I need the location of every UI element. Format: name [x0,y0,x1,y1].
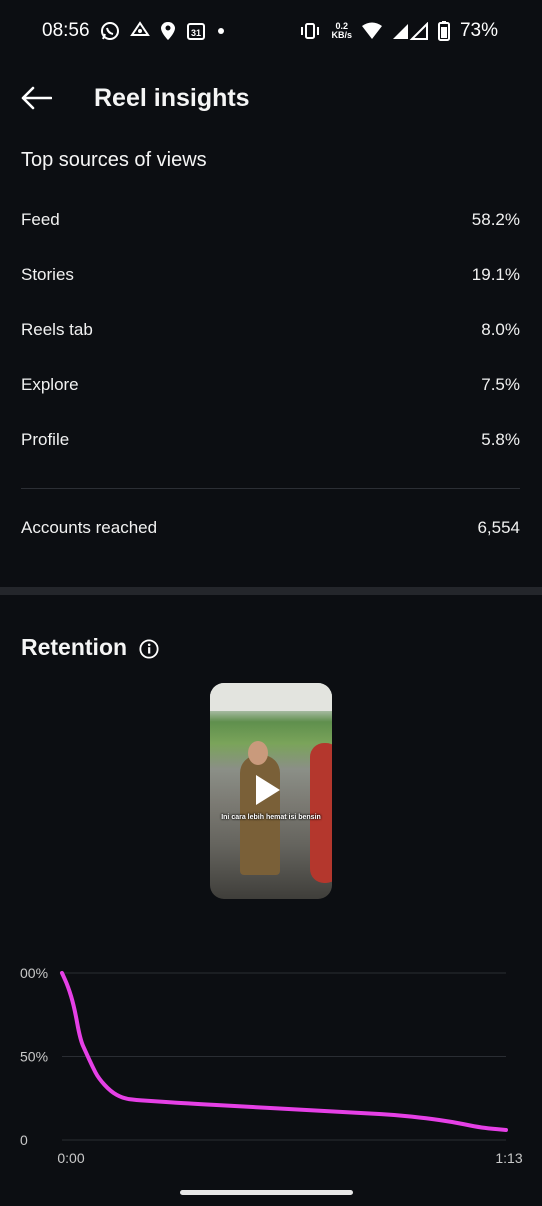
source-value: 5.8% [481,430,520,449]
status-right: 0.2 KB/s 73% [299,20,498,42]
battery-percent: 73% [459,20,498,41]
source-value: 58.2% [471,210,520,229]
source-row-reels-tab: Reels tab 8.0% [21,315,520,345]
x-tick-label: 0:00 [57,1150,84,1166]
wifi-icon [361,22,382,40]
top-sources-title: Top sources of views [21,149,207,171]
info-icon[interactable] [139,638,159,659]
home-indicator[interactable] [180,1190,353,1195]
x-tick-label: 1:13 [495,1150,522,1166]
accounts-reached-label: Accounts reached [21,518,158,537]
signal-icon [392,22,428,40]
network-speed: 0.2 KB/s [331,22,352,40]
retention-line [60,971,508,1132]
source-value: 7.5% [481,375,520,394]
source-label: Profile [21,430,70,449]
page-title: Reel insights [94,84,250,112]
source-value: 8.0% [481,320,520,339]
whatsapp-icon [100,21,120,41]
source-label: Stories [21,265,74,284]
source-row-feed: Feed 58.2% [21,205,520,235]
y-tick-label: 00% [20,965,48,981]
source-label: Reels tab [21,320,93,339]
battery-icon [437,21,450,41]
thumbnail-background [210,683,332,711]
retention-title: Retention [21,634,128,660]
retention-header: Retention [21,634,159,661]
thumbnail-person-head [248,741,268,765]
header: Reel insights [0,70,542,130]
network-speed-unit: KB/s [331,30,352,40]
accounts-reached-value: 6,554 [477,518,520,537]
play-icon [256,775,280,805]
dot-icon [216,26,226,36]
retention-chart: 00% 50% 0 0:00 1:13 [20,965,523,1166]
source-row-explore: Explore 7.5% [21,370,520,400]
y-tick-label: 50% [20,1049,48,1065]
back-button[interactable] [20,84,54,116]
source-row-profile: Profile 5.8% [21,425,520,455]
calendar-day-label: 31 [191,28,201,38]
arrow-left-icon [20,86,53,115]
thumbnail-caption: Ini cara lebih hemat isi bensin [221,814,321,821]
status-bar: 08:56 31 0.2 KB/s 73% [0,0,542,62]
section-divider [0,587,542,595]
calendar-icon: 31 [186,21,206,41]
location-pin-icon [160,21,176,41]
accounts-reached-row: Accounts reached 6,554 [21,513,520,543]
source-label: Explore [21,375,79,394]
status-left: 08:56 31 [42,20,226,42]
source-row-stories: Stories 19.1% [21,260,520,290]
divider [21,488,520,489]
mobile-app-icon [129,21,150,41]
source-value: 19.1% [471,265,520,284]
vibrate-icon [299,22,321,40]
y-tick-label: 0 [20,1132,28,1148]
source-label: Feed [21,210,60,229]
status-time: 08:56 [42,20,90,41]
reel-thumbnail[interactable]: Ini cara lebih hemat isi bensin [210,683,332,899]
